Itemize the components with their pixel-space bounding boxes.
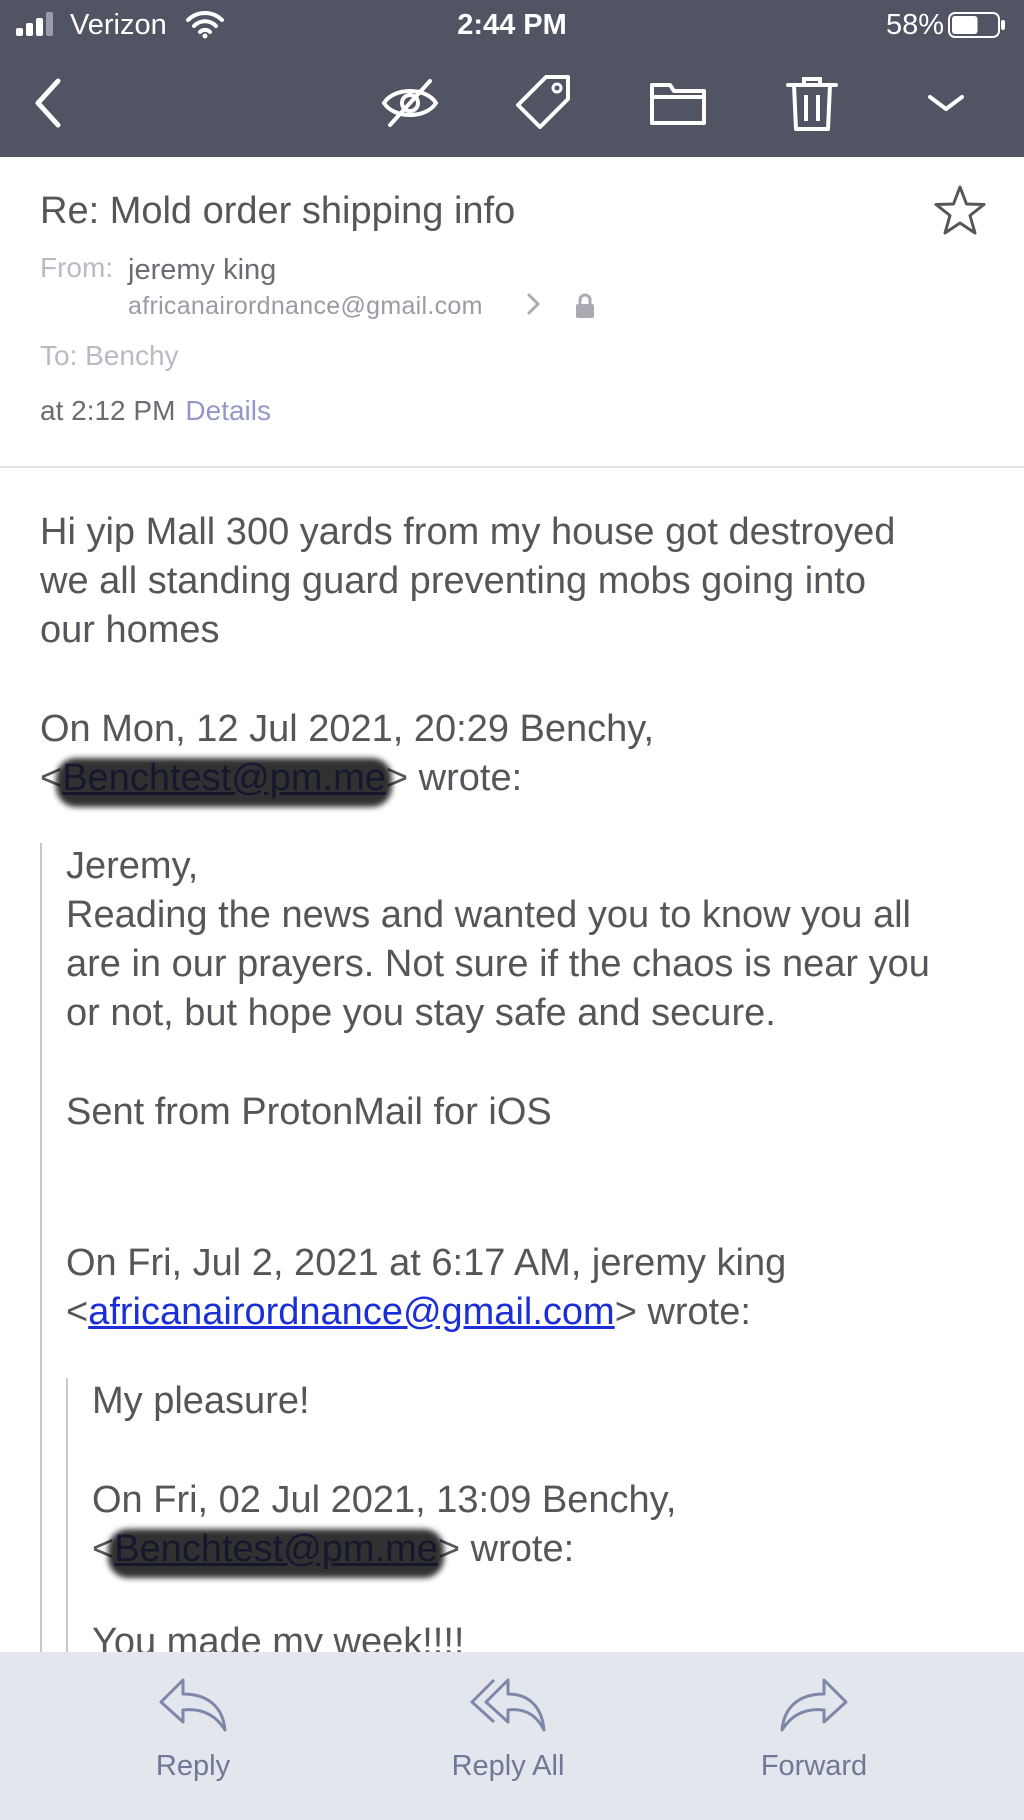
reply-all-icon (470, 1678, 546, 1732)
quote-attribution: On Mon, 12 Jul 2021, 20:29 Benchy, (40, 708, 655, 750)
trash-icon (786, 77, 838, 131)
folder-icon (650, 83, 706, 125)
redacted-email: Benchtest@pm.me (62, 754, 386, 803)
reply-all-button[interactable]: Reply All (408, 1672, 608, 1783)
body-line: our homes (40, 609, 220, 651)
more-options-button[interactable] (908, 65, 984, 141)
wrote-text: wrote: (647, 1291, 751, 1333)
nested-quote-bar (66, 1378, 68, 1652)
message-body: Hi yip Mall 300 yards from my house got … (0, 468, 1024, 1652)
message-toolbar (0, 55, 1024, 155)
trash-button[interactable] (774, 65, 850, 141)
from-label: From: (40, 252, 114, 283)
status-bar: Verizon 2:44 PM 58% (0, 0, 1024, 50)
chevron-down-icon (928, 95, 964, 111)
star-icon[interactable] (930, 182, 990, 242)
quote-attribution-email-line: <Benchtest@pm.me> wrote: (92, 1525, 574, 1574)
quote-line: You made my week!!!! (92, 1621, 465, 1652)
quote-bar (40, 843, 42, 1652)
lock-icon (576, 293, 594, 318)
top-bar: Verizon 2:44 PM 58% (0, 0, 1024, 157)
wrote-text: wrote: (418, 757, 523, 799)
body-line: Hi yip Mall 300 yards from my house got … (40, 511, 896, 553)
quote-line: Jeremy, (66, 845, 199, 887)
label-icon (516, 75, 570, 129)
message-subject: Re: Mold order shipping info (40, 190, 516, 232)
message-action-bar: Reply Reply All Forward (0, 1652, 1024, 1820)
sender-email[interactable]: africanairordnance@gmail.com (128, 292, 483, 321)
reply-all-label: Reply All (451, 1750, 565, 1782)
quote-attribution: On Fri, 02 Jul 2021, 13:09 Benchy, (92, 1479, 677, 1521)
sender-name[interactable]: jeremy king (128, 254, 276, 287)
message-header: Re: Mold order shipping info From: jerem… (0, 157, 1024, 468)
back-button[interactable] (12, 65, 88, 141)
email-link[interactable]: Benchtest@pm.me (114, 1528, 438, 1570)
forward-button[interactable]: Forward (714, 1672, 914, 1783)
quote-line: are in our prayers. Not sure if the chao… (66, 943, 930, 985)
recipient-line: To: Benchy (40, 340, 179, 371)
email-link[interactable]: africanairordnance@gmail.com (88, 1291, 614, 1333)
reply-button[interactable]: Reply (93, 1672, 293, 1783)
forward-label: Forward (760, 1750, 868, 1782)
message-time: at 2:12 PM (40, 395, 176, 426)
reply-label: Reply (155, 1750, 231, 1782)
battery-icon (948, 12, 1005, 38)
quote-attribution: On Fri, Jul 2, 2021 at 6:17 AM, jeremy k… (66, 1242, 787, 1284)
email-link[interactable]: Benchtest@pm.me (62, 757, 386, 799)
body-line: we all standing guard preventing mobs go… (40, 560, 866, 602)
chevron-right-icon[interactable] (524, 289, 544, 319)
quote-line: or not, but hope you stay safe and secur… (66, 992, 776, 1034)
mark-unread-button[interactable] (372, 65, 448, 141)
message-time-row: at 2:12 PM Details (40, 395, 271, 427)
back-icon (35, 78, 61, 128)
reply-icon (159, 1678, 227, 1732)
quote-attribution-email-line: <africanairordnance@gmail.com> wrote: (66, 1291, 751, 1333)
quote-line: My pleasure! (92, 1380, 310, 1422)
mark-unread-icon (381, 79, 439, 127)
status-time: 2:44 PM (457, 9, 567, 41)
move-to-folder-button[interactable] (640, 65, 716, 141)
label-button[interactable] (506, 65, 582, 141)
battery-percentage: 58% (885, 9, 944, 41)
wrote-text: wrote: (470, 1528, 575, 1570)
quote-attribution-email-line: <Benchtest@pm.me> wrote: (40, 754, 522, 803)
quote-signature: Sent from ProtonMail for iOS (66, 1091, 552, 1133)
redacted-email: Benchtest@pm.me (114, 1525, 438, 1574)
forward-icon (780, 1678, 848, 1732)
details-link[interactable]: Details (185, 395, 271, 426)
quote-line: Reading the news and wanted you to know … (66, 894, 911, 936)
